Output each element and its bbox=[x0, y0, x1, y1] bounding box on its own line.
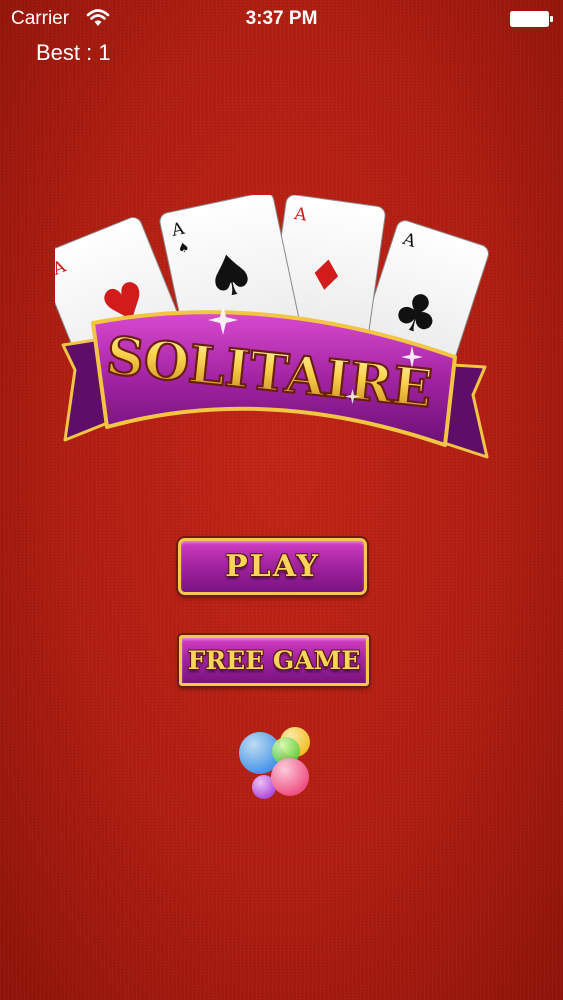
best-score: Best : 1 bbox=[36, 40, 111, 65]
felt-texture bbox=[0, 0, 563, 1000]
clock: 3:37 PM bbox=[245, 8, 318, 29]
solitaire-logo: A ♥ A ♣ A ♦ A ♠ ♠ SOLITAIRE bbox=[55, 195, 489, 459]
free-game-button[interactable]: FREE GAME bbox=[179, 635, 369, 686]
battery-icon bbox=[510, 11, 553, 27]
play-button[interactable]: PLAY bbox=[178, 538, 367, 595]
status-bar: Carrier 3:37 PM bbox=[0, 0, 563, 38]
game-center-icon[interactable] bbox=[238, 723, 314, 801]
svg-text:♦: ♦ bbox=[304, 249, 348, 303]
